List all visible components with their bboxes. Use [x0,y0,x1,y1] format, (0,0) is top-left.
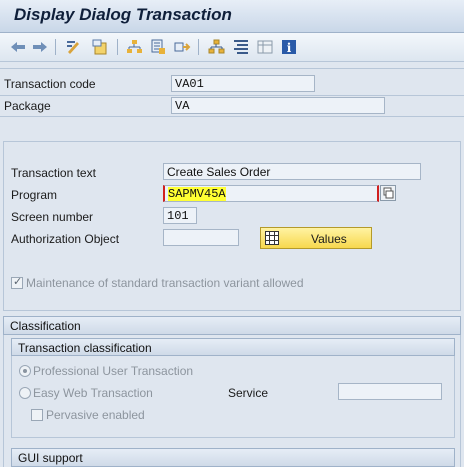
forward-arrow-icon[interactable] [30,37,50,57]
package-label: Package [4,99,51,113]
copy-icon[interactable] [380,185,396,201]
package-field[interactable]: VA [171,97,385,114]
screen-number-label: Screen number [11,210,94,224]
gui-support-header: GUI support [11,448,455,467]
object-list-icon[interactable] [90,37,110,57]
application-toolbar: i [0,33,464,62]
screen-number-field[interactable]: 101 [163,207,197,224]
authorization-object-field[interactable] [163,229,239,246]
title-bar: Display Dialog Transaction [0,0,464,33]
professional-user-label: Professional User Transaction [33,364,194,378]
table-grid-icon [265,231,279,245]
window-title: Display Dialog Transaction [14,5,232,24]
where-used-icon[interactable] [148,37,168,57]
transaction-code-label: Transaction code [4,77,96,91]
transaction-text-label: Transaction text [11,166,96,180]
display-change-icon[interactable] [64,37,84,57]
toolbar-separator [55,39,56,55]
divider [0,116,464,117]
program-label: Program [11,188,58,202]
service-label: Service [228,386,269,400]
info-icon[interactable]: i [279,37,299,57]
program-value: SAPMV45A [168,187,226,201]
maintenance-checkbox[interactable] [11,275,23,289]
tree-icon[interactable] [206,37,226,57]
svg-text:i: i [287,41,292,55]
program-field[interactable]: SAPMV45A [163,185,379,202]
back-arrow-icon[interactable] [8,37,28,57]
professional-user-radio[interactable] [19,365,31,377]
service-field[interactable] [338,383,442,400]
classification-header: Classification [3,316,461,335]
transaction-text-field[interactable]: Create Sales Order [163,163,421,180]
indent-icon[interactable] [231,37,251,57]
pervasive-label: Pervasive enabled [46,408,145,422]
hierarchy-icon[interactable] [124,37,144,57]
transaction-classification-header: Transaction classification [11,338,455,356]
pervasive-checkbox[interactable] [31,409,43,421]
divider [0,95,464,96]
layout-icon[interactable] [255,37,275,57]
transaction-code-field[interactable]: VA01 [171,75,315,92]
toolbar-separator [198,39,199,55]
easy-web-label: Easy Web Transaction [33,386,153,400]
transport-icon[interactable] [172,37,192,57]
toolbar-separator [117,39,118,55]
authorization-object-label: Authorization Object [11,232,120,246]
maintenance-label: Maintenance of standard transaction vari… [26,276,304,290]
easy-web-radio[interactable] [19,387,31,399]
values-button[interactable]: Values [260,227,372,249]
values-button-label: Values [311,232,347,246]
divider [0,68,464,69]
